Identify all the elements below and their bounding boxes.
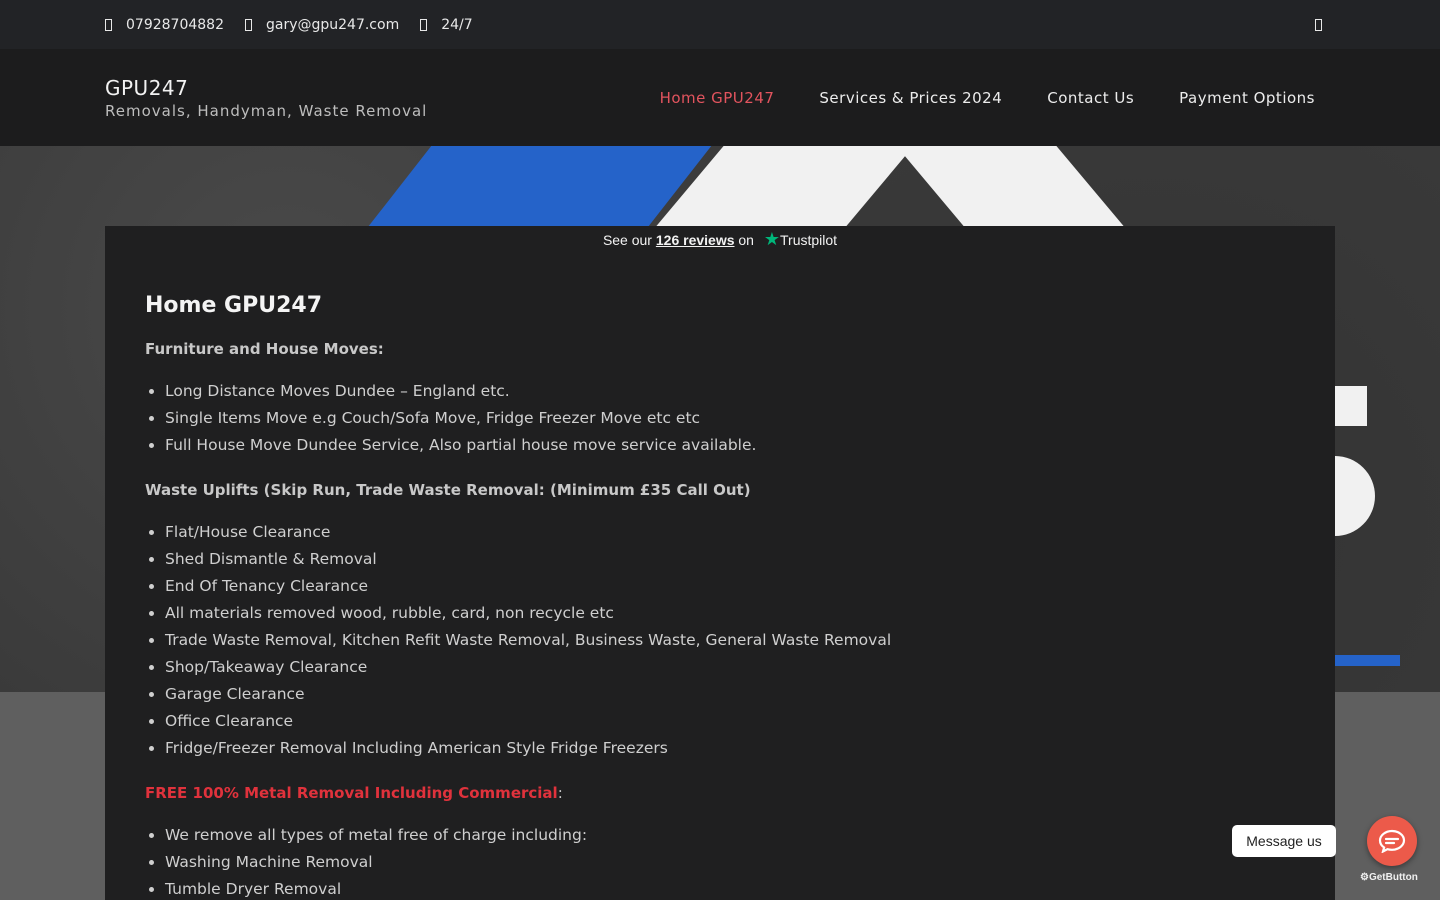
list-item: Single Items Move e.g Couch/Sofa Move, F… — [165, 405, 1295, 432]
top-contact-bar: 07928704882 gary@gpu247.com 24/7 — [0, 0, 1440, 49]
list-item: Shed Dismantle & Removal — [165, 546, 1295, 573]
envelope-icon — [244, 18, 252, 31]
nav-contact-us[interactable]: Contact Us — [1047, 89, 1134, 107]
nav-home[interactable]: Home GPU247 — [660, 89, 775, 107]
trustpilot-reviews-link[interactable]: 126 reviews — [656, 232, 735, 248]
metal-list: We remove all types of metal free of cha… — [145, 822, 1295, 900]
trustpilot-prefix: See our — [602, 232, 652, 248]
moves-list: Long Distance Moves Dundee – England etc… — [145, 378, 1295, 459]
section-title-moves: Furniture and House Moves: — [145, 340, 384, 358]
page-title: Home GPU247 — [145, 293, 322, 318]
list-item: Washing Machine Removal — [165, 849, 1295, 876]
phone-number: 07928704882 — [126, 16, 224, 33]
metal-title-text: FREE 100% Metal Removal Including Commer… — [145, 784, 558, 802]
hero-shape-white — [1335, 456, 1375, 536]
phone-icon — [105, 18, 112, 31]
hero-shape-blue — [1335, 655, 1400, 666]
list-item: Fridge/Freezer Removal Including America… — [165, 735, 1295, 762]
getbutton-text: GetButton — [1368, 872, 1418, 883]
section-title-metal: FREE 100% Metal Removal Including Commer… — [145, 784, 1295, 802]
list-item: Shop/Takeaway Clearance — [165, 654, 1295, 681]
list-item: Garage Clearance — [165, 681, 1295, 708]
section-title-waste: Waste Uplifts (Skip Run, Trade Waste Rem… — [145, 481, 751, 499]
list-item: Trade Waste Removal, Kitchen Refit Waste… — [165, 627, 1295, 654]
list-item: Flat/House Clearance — [165, 519, 1295, 546]
hours-text: 24/7 — [441, 16, 473, 33]
trustpilot-brand[interactable]: Trustpilot — [780, 232, 837, 248]
message-us-label[interactable]: Message us — [1232, 825, 1336, 857]
waste-list: Flat/House Clearance Shed Dismantle & Re… — [145, 519, 1295, 762]
main-content: See our 126 reviews on ★Trustpilot Home … — [105, 226, 1335, 900]
clock-icon — [420, 18, 428, 31]
metal-title-colon: : — [557, 784, 563, 802]
trustpilot-suffix: on — [738, 232, 754, 248]
list-item: All materials removed wood, rubble, card… — [165, 600, 1295, 627]
branding: GPU247 Removals, Handyman, Waste Removal — [105, 76, 660, 120]
trustpilot-widget: See our 126 reviews on ★Trustpilot — [145, 226, 1295, 250]
chat-button[interactable] — [1367, 816, 1417, 866]
getbutton-logo-icon: ⚙ — [1360, 872, 1369, 883]
site-description: Removals, Handyman, Waste Removal — [105, 101, 428, 120]
email-address: gary@gpu247.com — [265, 16, 400, 33]
site-header: GPU247 Removals, Handyman, Waste Removal… — [0, 49, 1440, 146]
trustpilot-star-icon: ★ — [763, 229, 780, 249]
hours-info: 24/7 — [420, 16, 473, 33]
list-item: We remove all types of metal free of cha… — [165, 822, 1295, 849]
getbutton-credit[interactable]: ⚙GetButton — [1360, 872, 1418, 883]
nav-payment-options[interactable]: Payment Options — [1179, 89, 1315, 107]
list-item: Full House Move Dundee Service, Also par… — [165, 432, 1295, 459]
email-contact[interactable]: gary@gpu247.com — [244, 16, 400, 33]
site-title[interactable]: GPU247 — [105, 76, 660, 100]
list-item: Office Clearance — [165, 708, 1295, 735]
hero-shape-white — [1335, 386, 1367, 426]
chat-bubble-icon — [1378, 829, 1406, 853]
main-navigation: Home GPU247 Services & Prices 2024 Conta… — [660, 89, 1335, 107]
list-item: End Of Tenancy Clearance — [165, 573, 1295, 600]
nav-services-prices[interactable]: Services & Prices 2024 — [819, 89, 1002, 107]
list-item: Long Distance Moves Dundee – England etc… — [165, 378, 1295, 405]
phone-contact[interactable]: 07928704882 — [105, 17, 224, 33]
social-icon[interactable] — [1315, 18, 1322, 31]
list-item: Tumble Dryer Removal — [165, 876, 1295, 900]
